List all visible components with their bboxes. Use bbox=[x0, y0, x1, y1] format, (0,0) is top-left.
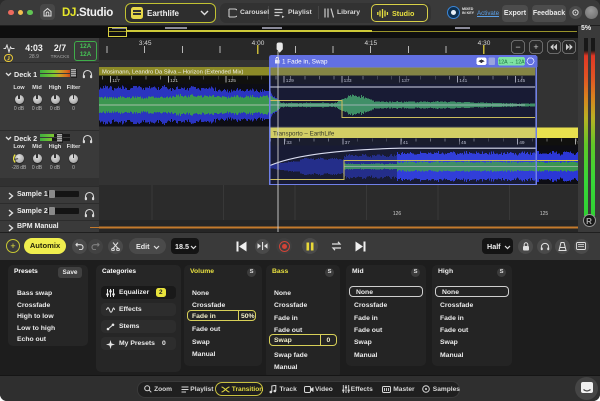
svg-text:Mosimann, Leandro Da Silva – H: Mosimann, Leandro Da Silva – Horizon (Ex… bbox=[102, 70, 244, 76]
svg-text:125: 125 bbox=[540, 211, 549, 217]
svg-text:53: 53 bbox=[577, 140, 578, 146]
svg-text:125: 125 bbox=[228, 78, 236, 84]
svg-text:−: − bbox=[515, 42, 520, 52]
svg-text:3:45: 3:45 bbox=[139, 40, 152, 47]
svg-text:126: 126 bbox=[393, 211, 402, 217]
svg-text:12A → 12A: 12A → 12A bbox=[498, 59, 525, 65]
svg-text:121: 121 bbox=[170, 78, 178, 84]
svg-text:+: + bbox=[533, 42, 538, 52]
svg-text:4:30: 4:30 bbox=[478, 40, 491, 47]
svg-text:4:00: 4:00 bbox=[252, 40, 265, 47]
svg-text:1 Fade in, Swap: 1 Fade in, Swap bbox=[282, 59, 328, 66]
svg-text:4:15: 4:15 bbox=[364, 40, 377, 47]
svg-text:117: 117 bbox=[112, 78, 120, 84]
